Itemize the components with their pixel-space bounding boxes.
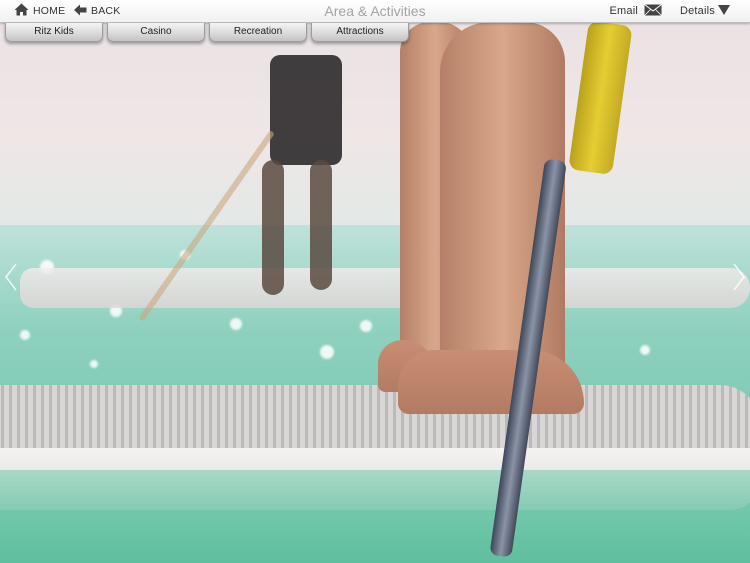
background-photo [0,0,750,563]
tab-recreation[interactable]: Recreation [209,23,307,42]
envelope-icon [644,3,662,19]
distant-paddleboard [20,268,750,308]
category-tabs: Ritz Kids Casino Recreation Attractions [5,23,409,42]
tab-attractions[interactable]: Attractions [311,23,409,42]
chevron-left-icon [5,263,17,291]
water-splash [0,470,750,563]
tab-casino[interactable]: Casino [107,23,205,42]
details-button[interactable]: Details [680,0,734,22]
chevron-right-icon [733,263,745,291]
paddler-leg [310,160,332,290]
triangle-down-icon [718,4,730,18]
water-sparkle [640,345,650,355]
previous-photo-button[interactable] [4,262,18,292]
details-label: Details [679,5,715,17]
water-sparkle [360,320,372,332]
near-foot [398,350,584,414]
email-button[interactable]: Email [609,0,666,22]
top-navigation-bar: HOME BACK Area & Activities Email Detail… [0,0,750,23]
water-sparkle [90,360,98,368]
next-photo-button[interactable] [732,262,746,292]
water-sparkle [320,345,334,359]
email-label: Email [609,5,638,17]
paddler-leg [262,160,284,295]
tab-ritz-kids[interactable]: Ritz Kids [5,23,103,42]
paddler-shorts [270,55,342,165]
water-sparkle [20,330,30,340]
paddleboard-deck [0,385,750,455]
water-sparkle [230,318,242,330]
